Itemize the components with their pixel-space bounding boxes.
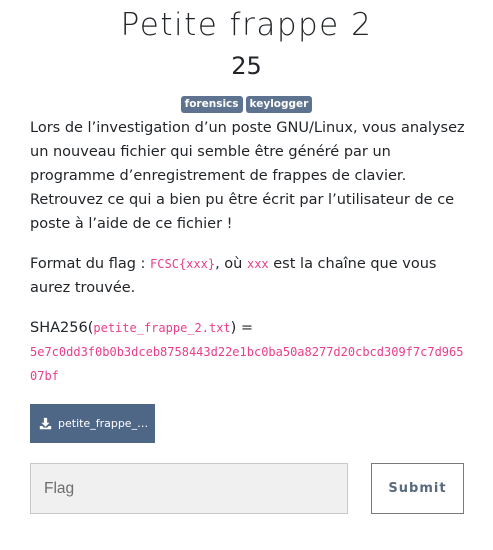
challenge-title: Petite frappe 2 xyxy=(120,7,373,43)
flag-format-code: FCSC{xxx} xyxy=(150,257,216,271)
sha256-prefix: SHA256( xyxy=(30,320,94,336)
download-icon xyxy=(39,417,52,430)
download-button[interactable]: petite_frappe_2.txt xyxy=(30,404,155,443)
description-paragraph: Lors de l’investigation d’un poste GNU/L… xyxy=(30,120,465,232)
tag-forensics: forensics xyxy=(180,96,243,113)
submit-button[interactable]: Submit xyxy=(371,463,464,514)
challenge-points: 25 xyxy=(231,52,262,80)
flag-format-prefix: Format du flag : xyxy=(30,256,151,272)
sha256-hash: 5e7c0dd3f0b0b3dceb8758443d22e1bc0ba50a82… xyxy=(30,345,464,383)
flag-format-var: xxx xyxy=(246,257,269,271)
flag-input[interactable] xyxy=(30,463,348,514)
flag-format-mid: , où xyxy=(215,256,247,272)
sha256-filename: petite_frappe_2.txt xyxy=(93,321,231,335)
flag-format: Format du flag : FCSC{xxx}, où xxx est l… xyxy=(30,252,466,300)
tag-list: forensics keylogger xyxy=(0,96,493,113)
challenge-description: Lors de l’investigation d’un poste GNU/L… xyxy=(30,116,466,404)
sha256-suffix: ) = xyxy=(230,320,254,336)
download-filename: petite_frappe_2.txt xyxy=(58,417,150,430)
tag-keylogger: keylogger xyxy=(245,96,313,113)
sha256-info: SHA256(petite_frappe_2.txt) = 5e7c0dd3f0… xyxy=(30,316,466,388)
